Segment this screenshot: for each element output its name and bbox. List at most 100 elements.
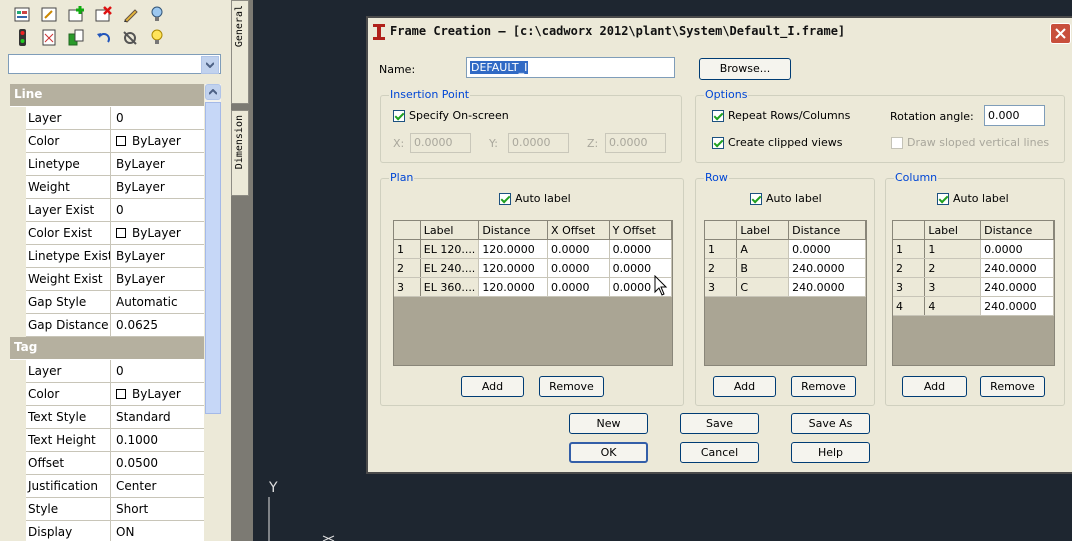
table-cell[interactable]: 1 (924, 239, 982, 259)
draw-sloped-lines-checkbox[interactable] (891, 137, 903, 149)
tab-general[interactable]: General (231, 0, 249, 104)
plan-auto-label-checkbox[interactable] (499, 193, 511, 205)
sheet-icon[interactable] (39, 27, 59, 47)
property-value[interactable]: ByLayer (111, 176, 204, 199)
table-cell[interactable]: EL 240.... (420, 258, 480, 278)
property-row[interactable]: Gap Style Automatic (10, 291, 204, 314)
z-field[interactable]: 0.0000 (605, 133, 666, 153)
property-value[interactable]: 0.1000 (111, 429, 204, 452)
table-cell[interactable]: 2 (924, 258, 982, 278)
table-cell[interactable]: B (736, 258, 790, 278)
properties-icon[interactable] (12, 4, 32, 24)
table-cell[interactable]: 0.0000 (980, 239, 1054, 259)
table-cell[interactable]: 120.0000 (478, 258, 549, 278)
column-header[interactable]: Label (420, 221, 480, 240)
property-row[interactable]: Linetype ByLayer (10, 153, 204, 176)
help-button[interactable]: Help (791, 442, 870, 463)
table-cell[interactable]: 3 (924, 277, 982, 297)
browse-button[interactable]: Browse... (699, 58, 791, 80)
tab-dimension[interactable]: Dimension (231, 110, 249, 196)
property-row[interactable]: Weight ByLayer (10, 176, 204, 199)
chevron-down-icon[interactable] (201, 56, 219, 74)
table-cell[interactable]: 240.0000 (980, 258, 1054, 278)
property-value[interactable]: ON (111, 521, 204, 541)
column-header[interactable]: Distance (478, 221, 549, 240)
table-cell[interactable]: 120.0000 (478, 277, 549, 297)
table-cell[interactable]: 240.0000 (788, 277, 866, 297)
table-row[interactable]: 3 C 240.0000 (705, 277, 866, 297)
property-value[interactable]: Short (111, 498, 204, 521)
table-row[interactable]: 1 A 0.0000 (705, 239, 866, 259)
property-value[interactable]: ByLayer (111, 383, 204, 406)
table-row[interactable]: 3 EL 360.... 120.0000 0.0000 0.0000 (394, 277, 673, 297)
table-cell[interactable]: 240.0000 (788, 258, 866, 278)
column-table[interactable]: Label Distance 1 1 0.0000 2 2 240.0000 3 3 240.000… (892, 220, 1055, 366)
x-field[interactable]: 0.0000 (410, 133, 471, 153)
create-clipped-views-checkbox[interactable] (712, 137, 724, 149)
column-header[interactable]: Label (924, 221, 982, 240)
column-remove-button[interactable]: Remove (980, 376, 1045, 397)
column-header[interactable]: Distance (788, 221, 866, 240)
add-icon[interactable] (66, 4, 86, 24)
specify-onscreen-checkbox[interactable] (393, 110, 405, 122)
ok-button[interactable]: OK (569, 442, 648, 463)
property-value[interactable]: ByLayer (111, 268, 204, 291)
property-row[interactable]: Layer Exist 0 (10, 199, 204, 222)
property-grid-scrollbar[interactable] (205, 84, 221, 414)
category-tag[interactable]: Tag (10, 337, 204, 360)
property-row[interactable]: Layer 0 (10, 360, 204, 383)
stack-icon[interactable] (66, 27, 86, 47)
bulb-yellow-icon[interactable] (147, 27, 167, 47)
property-row[interactable]: Offset 0.0500 (10, 452, 204, 475)
property-value[interactable]: ByLayer (111, 222, 204, 245)
property-row[interactable]: Color ByLayer (10, 130, 204, 153)
table-cell[interactable]: 0.0000 (547, 277, 610, 297)
property-row[interactable]: Display ON (10, 521, 204, 541)
property-value[interactable]: 0.0500 (111, 452, 204, 475)
save-as-button[interactable]: Save As (791, 413, 870, 434)
name-field[interactable]: DEFAULT_I (466, 57, 675, 78)
property-row[interactable]: Text Style Standard (10, 406, 204, 429)
tools-icon[interactable] (120, 27, 140, 47)
delete-icon[interactable] (93, 4, 113, 24)
property-value[interactable]: Standard (111, 406, 204, 429)
row-remove-button[interactable]: Remove (791, 376, 856, 397)
table-cell[interactable]: EL 360.... (420, 277, 480, 297)
table-cell[interactable]: 240.0000 (980, 296, 1054, 316)
property-row[interactable]: Weight Exist ByLayer (10, 268, 204, 291)
new-button[interactable]: New (569, 413, 648, 434)
table-cell[interactable]: 0.0000 (547, 258, 610, 278)
table-row[interactable]: 1 EL 120.... 120.0000 0.0000 0.0000 (394, 239, 673, 259)
pencil-icon[interactable] (120, 4, 140, 24)
table-row[interactable]: 1 1 0.0000 (893, 239, 1054, 259)
property-row[interactable]: Text Height 0.1000 (10, 429, 204, 452)
table-row[interactable]: 2 2 240.0000 (893, 258, 1054, 278)
bulb-blue-icon[interactable] (147, 4, 167, 24)
property-value[interactable]: 0 (111, 360, 204, 383)
column-header[interactable]: Label (736, 221, 790, 240)
table-row[interactable]: 3 3 240.0000 (893, 277, 1054, 297)
table-cell[interactable]: 240.0000 (980, 277, 1054, 297)
traffic-light-icon[interactable] (12, 27, 32, 47)
scrollbar-thumb[interactable] (205, 102, 221, 414)
undo-icon[interactable] (93, 27, 113, 47)
column-add-button[interactable]: Add (902, 376, 967, 397)
property-row[interactable]: Color ByLayer (10, 383, 204, 406)
cancel-button[interactable]: Cancel (680, 442, 759, 463)
row-add-button[interactable]: Add (713, 376, 776, 397)
table-cell[interactable]: 0.0000 (547, 239, 610, 259)
table-cell[interactable]: 120.0000 (478, 239, 549, 259)
table-cell[interactable]: EL 120.... (420, 239, 480, 259)
property-value[interactable]: ByLayer (111, 245, 204, 268)
y-field[interactable]: 0.0000 (508, 133, 569, 153)
column-header[interactable]: Y Offset (609, 221, 673, 240)
plan-table[interactable]: Label Distance X Offset Y Offset 1 EL 120....… (393, 220, 673, 366)
repeat-rows-columns-checkbox[interactable] (712, 110, 724, 122)
edit-icon[interactable] (39, 4, 59, 24)
table-row[interactable]: 4 4 240.0000 (893, 296, 1054, 316)
property-row[interactable]: Style Short (10, 498, 204, 521)
plan-remove-button[interactable]: Remove (539, 376, 604, 397)
property-row[interactable]: Layer 0 (10, 107, 204, 130)
close-button[interactable] (1050, 23, 1071, 44)
property-row[interactable]: Linetype Exist ByLayer (10, 245, 204, 268)
